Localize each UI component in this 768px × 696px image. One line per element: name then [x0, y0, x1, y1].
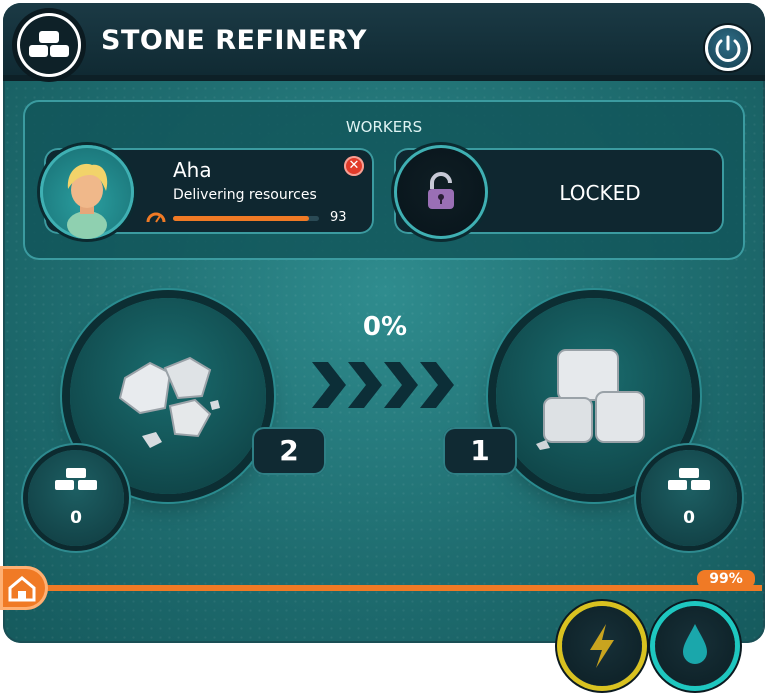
home-icon: [8, 576, 36, 602]
output-storage-count: 0: [683, 508, 695, 528]
building-progress-bar: [26, 585, 762, 591]
stone-blocks-icon: [55, 468, 97, 490]
input-storage[interactable]: 0: [28, 450, 124, 546]
page-title: STONE REFINERY: [101, 25, 367, 56]
worker-energy-value: 93: [330, 210, 347, 225]
water-drop-icon: [683, 624, 707, 664]
locked-label: LOCKED: [559, 181, 641, 205]
stone-blocks-icon: [668, 468, 710, 490]
worker-avatar[interactable]: [40, 145, 134, 239]
worker-status: Delivering resources: [173, 187, 317, 203]
water-button[interactable]: [655, 606, 735, 686]
input-storage-count: 0: [70, 508, 82, 528]
power-icon: [715, 35, 741, 62]
home-button[interactable]: [0, 566, 48, 610]
power-button[interactable]: [705, 25, 751, 71]
output-count: 1: [443, 427, 517, 475]
production-percent: 0%: [362, 312, 408, 342]
header: STONE REFINERY: [3, 3, 765, 75]
energy-button[interactable]: [562, 606, 642, 686]
worker-progress-fill: [173, 216, 309, 221]
input-count: 2: [252, 427, 326, 475]
workers-label: WORKERS: [345, 118, 423, 136]
padlock-icon: [394, 145, 488, 239]
close-icon[interactable]: ✕: [344, 156, 364, 176]
building-progress-percent: 99%: [697, 570, 755, 588]
lightning-icon: [590, 624, 614, 668]
output-storage[interactable]: 0: [641, 450, 737, 546]
worker-progress-bar: [173, 216, 319, 221]
speedometer-icon: [146, 212, 166, 223]
header-divider: [3, 75, 765, 81]
progress-arrows: [312, 362, 454, 408]
worker-name: Aha: [173, 158, 212, 182]
stone-blocks-icon: [17, 13, 81, 77]
